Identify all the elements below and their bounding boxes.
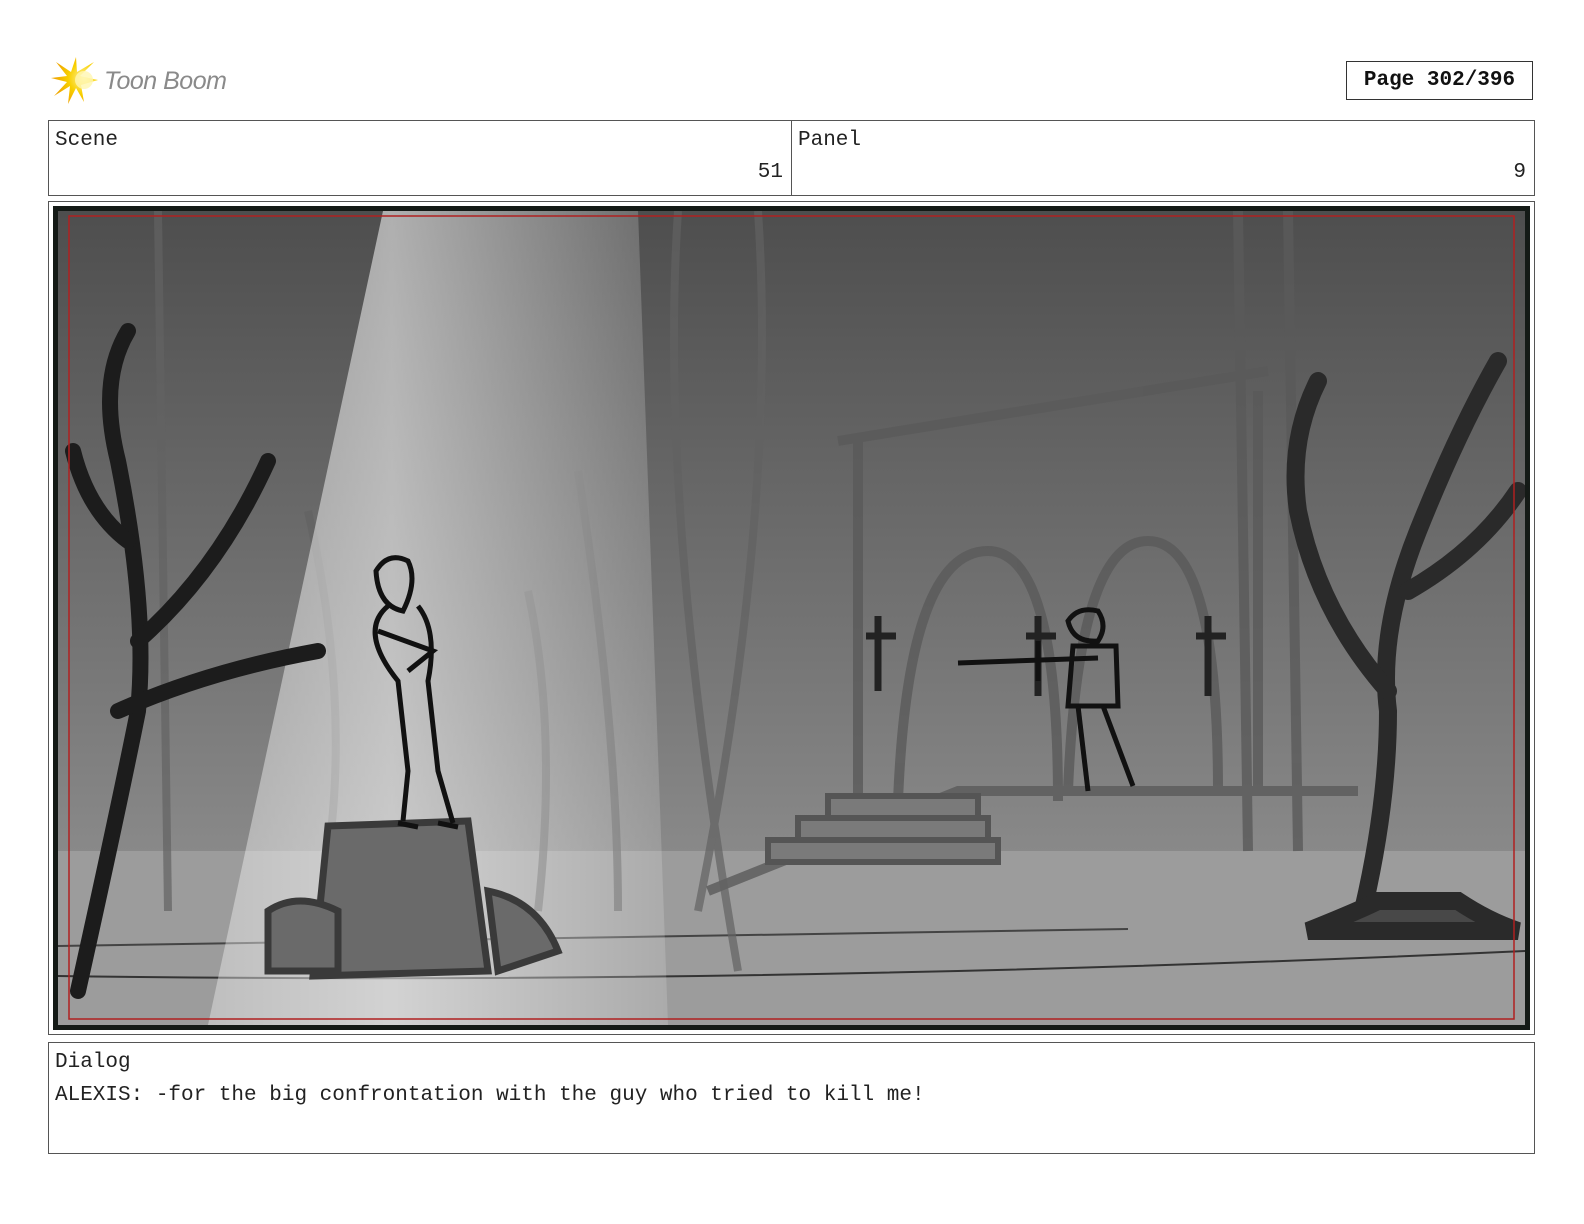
dialog-box: Dialog ALEXIS: -for the big confrontatio… [48,1042,1535,1154]
dialog-label: Dialog [55,1051,131,1074]
panel-cell: Panel 9 [791,121,1534,195]
storyboard-panel-image [53,206,1530,1030]
panel-number: 9 [1513,161,1526,184]
scene-panel-info: Scene 51 Panel 9 [48,120,1535,196]
scene-number: 51 [757,161,783,184]
panel-frame [48,201,1535,1035]
storyboard-sketch [58,211,1525,1025]
starburst-icon [51,57,98,104]
toon-boom-logo: Toon Boom [50,56,227,106]
logo-text: Toon Boom [104,66,227,95]
page-number-badge: Page 302/396 [1346,61,1533,100]
panel-label: Panel [798,129,862,152]
scene-label: Scene [55,129,119,152]
scene-cell: Scene 51 [49,121,791,195]
dialog-text: ALEXIS: -for the big confrontation with … [55,1084,925,1107]
